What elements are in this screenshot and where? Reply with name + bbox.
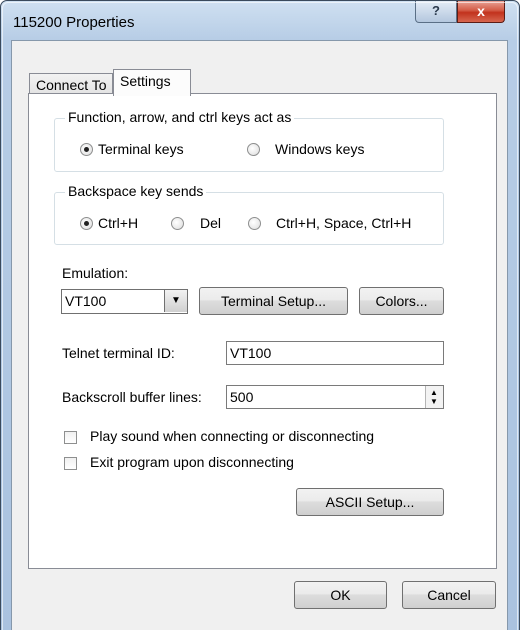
window-frame: 115200 Properties ? x Connect To Setting… xyxy=(0,0,520,630)
help-button[interactable]: ? xyxy=(415,1,457,23)
backspace-group-legend: Backspace key sends xyxy=(65,183,207,199)
window-title: 115200 Properties xyxy=(13,14,135,31)
telnet-terminal-id-label: Telnet terminal ID: xyxy=(62,345,175,361)
close-button[interactable]: x xyxy=(457,1,505,23)
chevron-down-icon[interactable]: ▼ xyxy=(164,290,187,312)
close-icon: x xyxy=(477,3,485,19)
backscroll-label: Backscroll buffer lines: xyxy=(62,389,202,405)
tab-connect-to[interactable]: Connect To xyxy=(29,73,113,97)
emulation-select-value: VT100 xyxy=(65,293,107,309)
ok-button[interactable]: OK xyxy=(294,581,387,609)
tab-settings[interactable]: Settings xyxy=(113,69,191,96)
emulation-select[interactable]: VT100 ▼ xyxy=(61,289,188,314)
tab-label: Connect To xyxy=(36,77,107,93)
radio-ctrl-h[interactable] xyxy=(80,217,93,230)
ascii-setup-button[interactable]: ASCII Setup... xyxy=(296,488,444,516)
tab-label: Settings xyxy=(120,73,171,89)
telnet-terminal-id-input[interactable]: VT100 xyxy=(226,341,444,365)
play-sound-checkbox[interactable] xyxy=(64,431,77,444)
cancel-button[interactable]: Cancel xyxy=(402,581,496,609)
terminal-setup-button[interactable]: Terminal Setup... xyxy=(199,287,348,315)
radio-terminal-keys-label: Terminal keys xyxy=(98,141,184,157)
radio-ctrl-h-space-label: Ctrl+H, Space, Ctrl+H xyxy=(276,215,412,231)
spin-down-icon[interactable]: ▼ xyxy=(430,398,438,406)
backscroll-value: 500 xyxy=(230,389,254,405)
radio-terminal-keys[interactable] xyxy=(80,143,93,156)
radio-ctrl-h-space[interactable] xyxy=(248,217,261,230)
keys-group-legend: Function, arrow, and ctrl keys act as xyxy=(65,109,295,125)
radio-ctrl-h-label: Ctrl+H xyxy=(98,215,139,231)
radio-del[interactable] xyxy=(171,217,184,230)
radio-windows-keys-label: Windows keys xyxy=(275,141,365,157)
telnet-terminal-id-value: VT100 xyxy=(230,345,272,361)
exit-program-checkbox[interactable] xyxy=(64,457,77,470)
radio-del-label: Del xyxy=(200,215,222,231)
colors-button[interactable]: Colors... xyxy=(359,287,444,315)
backscroll-input[interactable]: 500 ▲ ▼ xyxy=(226,385,444,409)
play-sound-label: Play sound when connecting or disconnect… xyxy=(90,428,375,444)
exit-program-label: Exit program upon disconnecting xyxy=(90,454,294,470)
properties-dialog: 115200 Properties ? x Connect To Setting… xyxy=(0,0,520,630)
backscroll-spinner[interactable]: ▲ ▼ xyxy=(425,386,443,408)
spin-up-icon[interactable]: ▲ xyxy=(430,389,438,397)
radio-windows-keys[interactable] xyxy=(247,143,260,156)
emulation-label: Emulation: xyxy=(62,265,129,281)
